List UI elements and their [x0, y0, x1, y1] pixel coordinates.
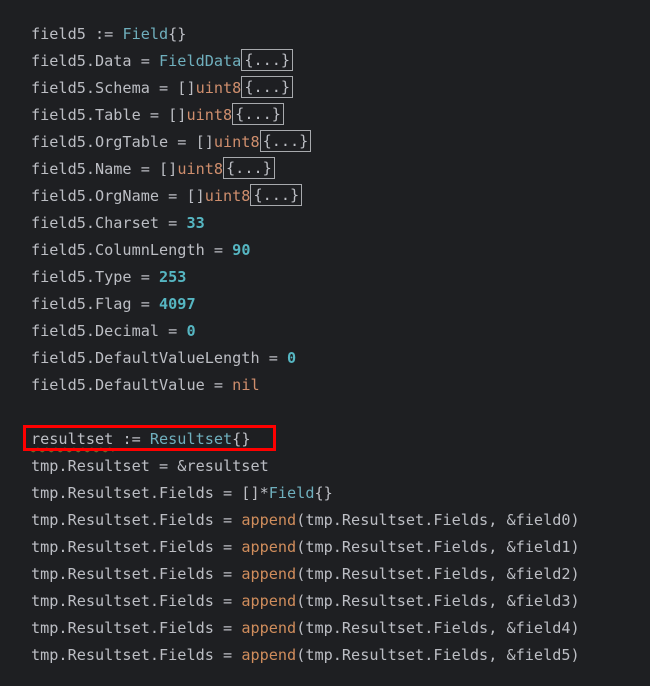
- code-text: field5.Type =: [31, 268, 160, 286]
- code-line[interactable]: field5.Table = []uint8 {...}: [31, 102, 580, 129]
- number-literal: 0: [287, 349, 297, 367]
- code-line[interactable]: field5.OrgTable = []uint8 {...}: [31, 129, 580, 156]
- code-line[interactable]: field5.Schema = []uint8 {...}: [31, 75, 580, 102]
- type-name: Field: [268, 484, 315, 502]
- code-text: field5 :=: [31, 25, 123, 43]
- code-line[interactable]: field5.Charset = 33: [31, 210, 580, 237]
- code-text: tmp.Resultset.Fields =: [31, 646, 242, 664]
- code-line[interactable]: tmp.Resultset.Fields = append(tmp.Result…: [31, 615, 580, 642]
- code-text: field5.DefaultValue =: [31, 376, 233, 394]
- code-text: field5.OrgName = []: [31, 187, 205, 205]
- code-line[interactable]: field5.DefaultValue = nil: [31, 372, 580, 399]
- code-text: tmp.Resultset = &resultset: [31, 457, 269, 475]
- code-line[interactable]: field5.ColumnLength = 90: [31, 237, 580, 264]
- code-text: tmp.Resultset.Fields =: [31, 511, 242, 529]
- code-text: (tmp.Resultset.Fields, &field0): [296, 511, 580, 529]
- code-line[interactable]: tmp.Resultset.Fields = append(tmp.Result…: [31, 561, 580, 588]
- code-line[interactable]: field5.OrgName = []uint8 {...}: [31, 183, 580, 210]
- type-name: uint8: [213, 133, 260, 151]
- type-name: uint8: [177, 160, 224, 178]
- code-line[interactable]: tmp.Resultset.Fields = append(tmp.Result…: [31, 642, 580, 669]
- code-text: {}: [314, 484, 333, 502]
- code-line[interactable]: tmp.Resultset.Fields = append(tmp.Result…: [31, 588, 580, 615]
- code-text: field5.Decimal =: [31, 322, 187, 340]
- code-text: (tmp.Resultset.Fields, &field3): [296, 592, 580, 610]
- type-name: uint8: [195, 79, 242, 97]
- function-name: append: [241, 565, 297, 583]
- code-text: tmp.Resultset.Fields =: [31, 592, 242, 610]
- code-text: field5.Data =: [31, 52, 160, 70]
- keyword-literal: nil: [232, 376, 260, 394]
- folded-block[interactable]: {...}: [232, 103, 284, 125]
- code-text: field5.Name = []: [31, 160, 178, 178]
- function-name: append: [241, 646, 297, 664]
- function-name: append: [241, 619, 297, 637]
- code-text: tmp.Resultset.Fields =: [31, 565, 242, 583]
- number-literal: 90: [232, 241, 251, 259]
- code-text: {}: [232, 430, 251, 448]
- function-name: append: [241, 511, 297, 529]
- code-line-highlighted[interactable]: resultset := Resultset{}: [31, 426, 580, 453]
- code-line[interactable]: tmp.Resultset.Fields = append(tmp.Result…: [31, 534, 580, 561]
- code-text: :=: [113, 430, 150, 448]
- function-name: append: [241, 592, 297, 610]
- code-line[interactable]: field5.Data = FieldData {...}: [31, 48, 580, 75]
- code-text: (tmp.Resultset.Fields, &field4): [296, 619, 580, 637]
- code-line[interactable]: field5.Type = 253: [31, 264, 580, 291]
- code-text: tmp.Resultset.Fields =: [31, 619, 242, 637]
- type-name: Field: [122, 25, 169, 43]
- code-text: field5.OrgTable = []: [31, 133, 214, 151]
- code-text: (tmp.Resultset.Fields, &field2): [296, 565, 580, 583]
- code-text: (tmp.Resultset.Fields, &field1): [296, 538, 580, 556]
- folded-block[interactable]: {...}: [241, 49, 294, 71]
- type-name: uint8: [204, 187, 251, 205]
- folded-block[interactable]: {...}: [241, 76, 294, 98]
- code-line[interactable]: tmp.Resultset.Fields = append(tmp.Result…: [31, 507, 580, 534]
- number-literal: 4097: [159, 295, 196, 313]
- folded-block[interactable]: {...}: [223, 157, 275, 179]
- variable-name: resultset: [31, 430, 114, 448]
- code-line[interactable]: field5.Flag = 4097: [31, 291, 580, 318]
- type-name: FieldData: [159, 52, 242, 70]
- code-text: field5.DefaultValueLength =: [31, 349, 288, 367]
- folded-block[interactable]: {...}: [250, 184, 303, 206]
- code-line[interactable]: field5 := Field{}: [31, 21, 580, 48]
- number-literal: 33: [186, 214, 205, 232]
- code-text: field5.Table = []: [31, 106, 187, 124]
- number-literal: 0: [186, 322, 196, 340]
- blank-line[interactable]: [31, 399, 580, 426]
- code-text: field5.Flag =: [31, 295, 160, 313]
- code-text: field5.Charset =: [31, 214, 187, 232]
- code-text: field5.Schema = []: [31, 79, 196, 97]
- code-editor[interactable]: field5 := Field{} field5.Data = FieldDat…: [0, 0, 650, 686]
- code-line[interactable]: field5.Decimal = 0: [31, 318, 580, 345]
- type-name: uint8: [186, 106, 233, 124]
- code-line[interactable]: field5.Name = []uint8 {...}: [31, 156, 580, 183]
- code-text: tmp.Resultset.Fields = []*: [31, 484, 269, 502]
- function-name: append: [241, 538, 297, 556]
- number-literal: 253: [159, 268, 187, 286]
- code-line[interactable]: tmp.Resultset.Fields = []*Field{}: [31, 480, 580, 507]
- code-text: (tmp.Resultset.Fields, &field5): [296, 646, 580, 664]
- code-text: {}: [168, 25, 187, 43]
- folded-block[interactable]: {...}: [259, 130, 312, 152]
- type-name: Resultset: [149, 430, 233, 448]
- code-lines: field5 := Field{} field5.Data = FieldDat…: [31, 21, 580, 669]
- code-text: tmp.Resultset.Fields =: [31, 538, 242, 556]
- code-line[interactable]: tmp.Resultset = &resultset: [31, 453, 580, 480]
- code-line[interactable]: field5.DefaultValueLength = 0: [31, 345, 580, 372]
- code-text: field5.ColumnLength =: [31, 241, 233, 259]
